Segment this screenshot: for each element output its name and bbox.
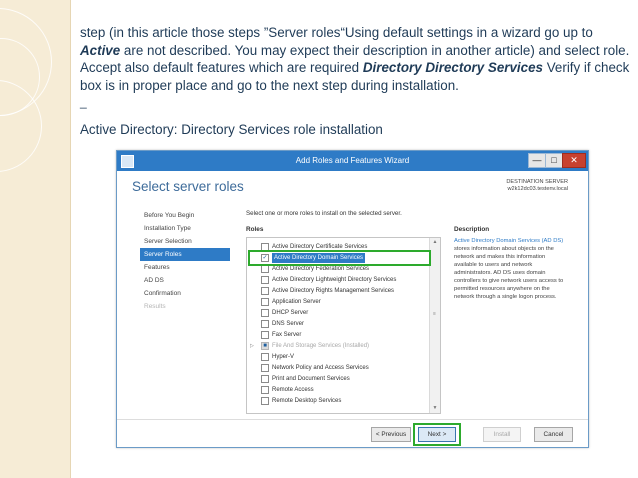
slide-dash: _ <box>80 95 87 109</box>
description-highlight: Active Directory Domain Services (AD DS) <box>454 238 564 244</box>
role-label: Print and Document Services <box>272 376 350 382</box>
role-row[interactable]: Print and Document Services <box>247 374 427 384</box>
role-label: Hyper-V <box>272 354 295 360</box>
paragraph-strong-2: Directory Directory Services <box>362 60 543 75</box>
role-checkbox[interactable] <box>261 287 269 295</box>
wizard-step-nav: Before You Begin Installation Type Server … <box>140 209 230 313</box>
role-checkbox[interactable] <box>261 353 269 361</box>
slide-paragraph: step (in this article those steps ”Serve… <box>80 24 632 94</box>
role-checkbox[interactable] <box>261 276 269 284</box>
description-text: stores information about objects on the … <box>454 246 564 300</box>
role-checkbox[interactable] <box>261 298 269 306</box>
nav-step-ad-ds[interactable]: AD DS <box>140 274 230 287</box>
role-label: Active Directory Rights Management Servi… <box>272 288 395 294</box>
roles-heading: Roles <box>246 226 264 233</box>
role-row[interactable]: Active Directory Rights Management Servi… <box>247 286 427 296</box>
nav-step-server-roles[interactable]: Server Roles <box>140 248 230 261</box>
role-checkbox[interactable] <box>261 309 269 317</box>
role-label: File And Storage Services (Installed) <box>272 343 370 349</box>
role-row[interactable]: Active Directory Lightweight Directory S… <box>247 275 427 285</box>
role-checkbox[interactable] <box>261 386 269 394</box>
role-checkbox[interactable] <box>261 320 269 328</box>
previous-button[interactable]: < Previous <box>371 427 411 442</box>
role-label: Remote Desktop Services <box>272 398 342 404</box>
nav-step-installation-type[interactable]: Installation Type <box>140 222 230 235</box>
role-checkbox[interactable] <box>261 265 269 273</box>
footer-divider <box>117 419 588 420</box>
role-checkbox[interactable] <box>261 397 269 405</box>
role-label: Active Directory Lightweight Directory S… <box>272 277 397 283</box>
decorative-left-band <box>0 0 71 478</box>
close-button[interactable]: ✕ <box>562 153 586 168</box>
role-label: Fax Server <box>272 332 302 338</box>
role-row[interactable]: Hyper-V <box>247 352 427 362</box>
paragraph-part-1: step (in this article those steps ”Serve… <box>80 25 593 40</box>
scroll-thumb[interactable]: ≡ <box>432 308 437 320</box>
role-label: DHCP Server <box>272 310 309 316</box>
role-label: Remote Access <box>272 387 314 393</box>
scroll-down-icon[interactable]: ▼ <box>430 404 440 413</box>
role-row[interactable]: ▷ ■ File And Storage Services (Installed) <box>247 341 427 351</box>
slide-body: step (in this article those steps ”Serve… <box>80 24 632 139</box>
role-row[interactable]: Remote Access <box>247 385 427 395</box>
paragraph-strong-1: Active <box>80 42 121 58</box>
role-checkbox[interactable] <box>261 364 269 372</box>
slide-caption: Active Directory: Directory Services rol… <box>80 122 383 137</box>
role-label: Application Server <box>272 299 321 305</box>
expand-icon[interactable]: ▷ <box>250 341 254 351</box>
role-description: Active Directory Domain Services (AD DS)… <box>454 237 569 301</box>
install-button[interactable]: Install <box>483 427 521 442</box>
scroll-up-icon[interactable]: ▲ <box>430 238 440 247</box>
minimize-button[interactable]: — <box>528 153 546 168</box>
role-row[interactable]: Application Server <box>247 297 427 307</box>
nav-step-features[interactable]: Features <box>140 261 230 274</box>
destination-label: DESTINATION SERVER <box>506 179 568 185</box>
role-row[interactable]: Fax Server <box>247 330 427 340</box>
nav-step-server-selection[interactable]: Server Selection <box>140 235 230 248</box>
cancel-button[interactable]: Cancel <box>534 427 573 442</box>
role-row[interactable]: DHCP Server <box>247 308 427 318</box>
role-row[interactable]: DNS Server <box>247 319 427 329</box>
maximize-button[interactable]: □ <box>545 153 563 168</box>
role-checkbox[interactable] <box>261 331 269 339</box>
nav-step-before-you-begin[interactable]: Before You Begin <box>140 209 230 222</box>
nav-step-confirmation[interactable]: Confirmation <box>140 287 230 300</box>
highlight-box-ad-ds <box>248 250 431 266</box>
role-checkbox[interactable]: ■ <box>261 342 269 350</box>
role-checkbox[interactable] <box>261 375 269 383</box>
destination-server: DESTINATION SERVER w2k12dc03.testenv.loc… <box>506 179 568 193</box>
role-label: DNS Server <box>272 321 305 327</box>
highlight-box-next <box>413 423 461 446</box>
nav-step-results[interactable]: Results <box>140 300 230 313</box>
add-roles-wizard-window: Add Roles and Features Wizard — □ ✕ Sele… <box>116 150 589 448</box>
role-row[interactable]: Remote Desktop Services <box>247 396 427 406</box>
roles-instruction: Select one or more roles to install on t… <box>246 210 402 217</box>
role-row[interactable]: Network Policy and Access Services <box>247 363 427 373</box>
window-title: Add Roles and Features Wizard <box>295 156 410 165</box>
destination-server-name: w2k12dc03.testenv.local <box>507 186 568 192</box>
role-label: Network Policy and Access Services <box>272 365 369 371</box>
page-title: Select server roles <box>132 179 244 194</box>
wizard-titlebar[interactable]: Add Roles and Features Wizard — □ ✕ <box>117 151 588 171</box>
description-heading: Description <box>454 226 490 233</box>
